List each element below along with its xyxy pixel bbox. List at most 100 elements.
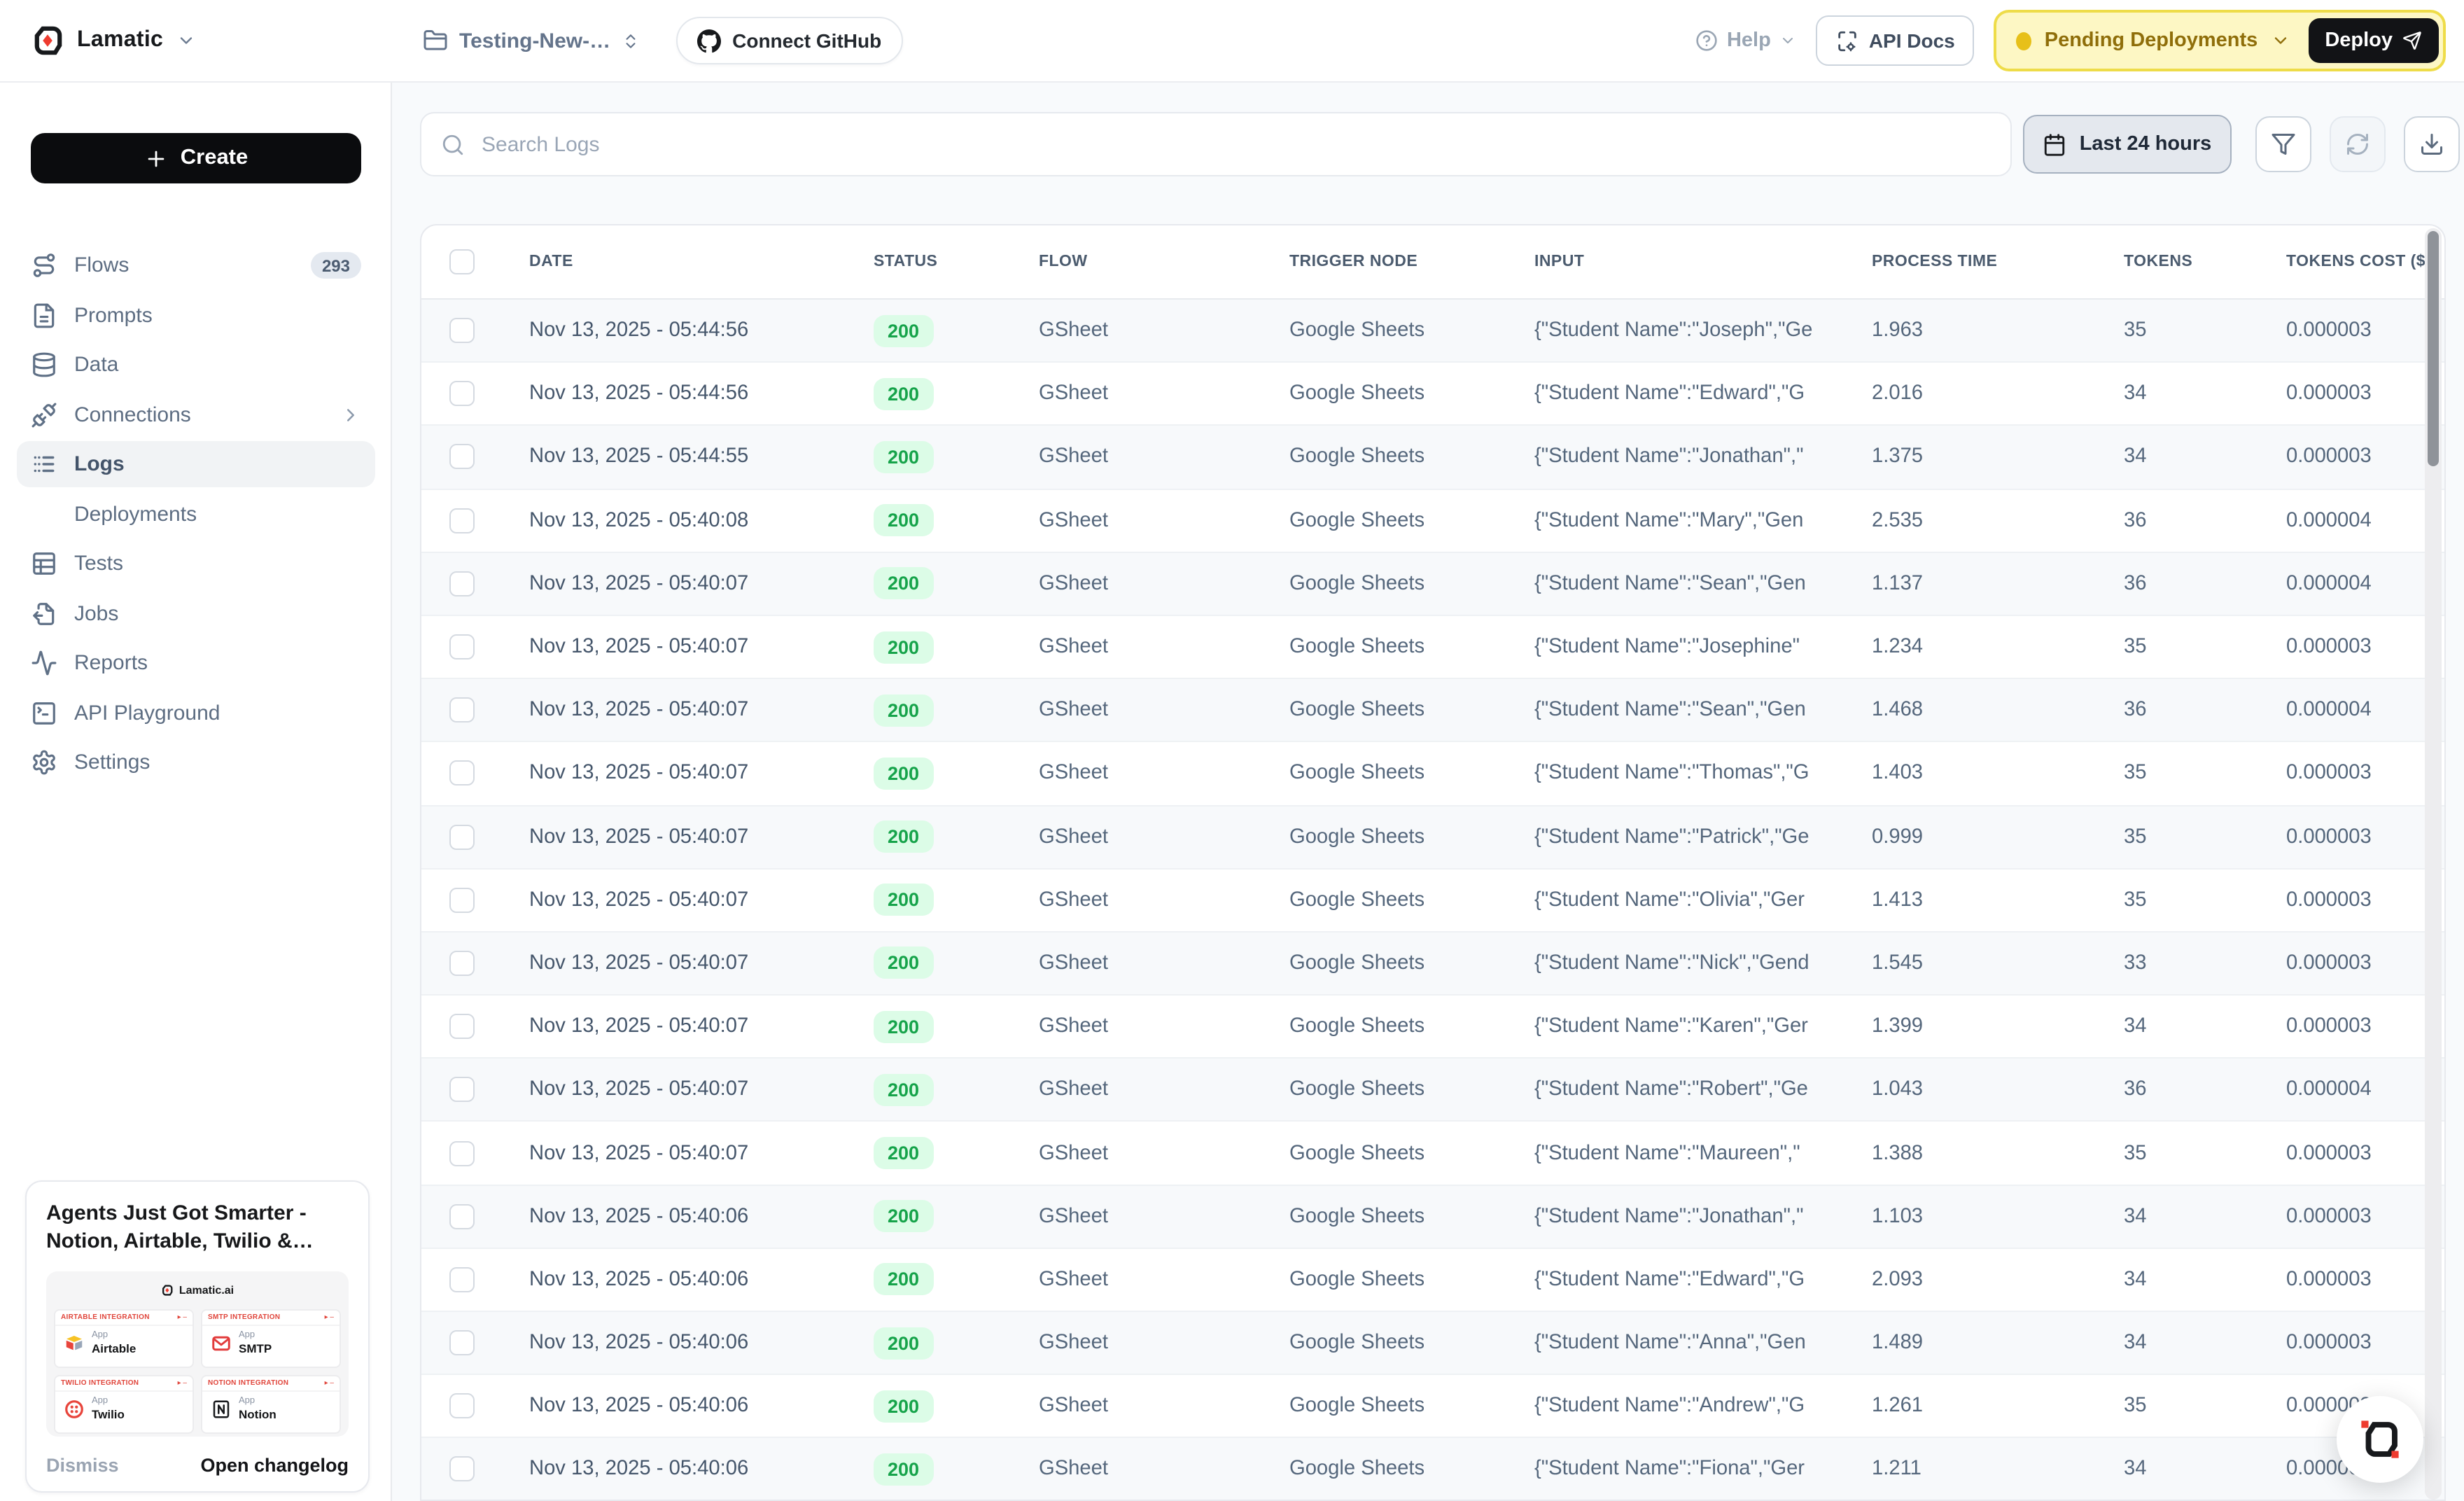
chevron-down-icon[interactable] — [2270, 31, 2290, 50]
sidebar-item-reports[interactable]: Reports — [17, 640, 375, 686]
select-all-checkbox[interactable] — [421, 249, 529, 274]
main-content: Last 24 hours DATE STATUS FLOW TRIGGER N… — [392, 81, 2464, 1501]
sidebar-item-jobs[interactable]: Jobs — [17, 590, 375, 636]
tests-icon — [31, 550, 57, 577]
row-checkbox[interactable] — [421, 761, 529, 786]
table-row[interactable]: Nov 13, 2025 - 05:40:07200GSheetGoogle S… — [421, 743, 2444, 806]
table-row[interactable]: Nov 13, 2025 - 05:44:56200GSheetGoogle S… — [421, 363, 2444, 426]
sidebar-item-tests[interactable]: Tests — [17, 540, 375, 587]
chevron-down-icon[interactable] — [176, 31, 195, 50]
table-row[interactable]: Nov 13, 2025 - 05:40:07200GSheetGoogle S… — [421, 806, 2444, 869]
row-tokens: 36 — [2124, 573, 2286, 595]
row-checkbox[interactable] — [421, 697, 529, 722]
status-badge: 200 — [874, 1390, 933, 1423]
sidebar-item-logs[interactable]: Logs — [17, 441, 375, 487]
row-checkbox[interactable] — [421, 634, 529, 659]
table-row[interactable]: Nov 13, 2025 - 05:44:56200GSheetGoogle S… — [421, 300, 2444, 363]
row-checkbox[interactable] — [421, 824, 529, 849]
row-checkbox[interactable] — [421, 1457, 529, 1482]
row-status: 200 — [874, 314, 1039, 347]
logs-table: DATE STATUS FLOW TRIGGER NODE INPUT PROC… — [420, 224, 2446, 1501]
table-row[interactable]: Nov 13, 2025 - 05:44:55200GSheetGoogle S… — [421, 426, 2444, 489]
row-status: 200 — [874, 1074, 1039, 1106]
row-checkbox[interactable] — [421, 951, 529, 976]
row-checkbox[interactable] — [421, 571, 529, 596]
row-checkbox[interactable] — [421, 1140, 529, 1166]
column-header-tokens-cost[interactable]: TOKENS COST ($) — [2286, 251, 2446, 272]
row-checkbox[interactable] — [421, 1014, 529, 1039]
sidebar-item-data[interactable]: Data — [17, 342, 375, 388]
download-button[interactable] — [2404, 116, 2460, 172]
refresh-button[interactable] — [2330, 116, 2386, 172]
column-header-input[interactable]: INPUT — [1534, 251, 1872, 272]
table-scrollbar[interactable] — [2425, 228, 2442, 1500]
table-row[interactable]: Nov 13, 2025 - 05:40:07200GSheetGoogle S… — [421, 553, 2444, 616]
table-row[interactable]: Nov 13, 2025 - 05:40:06200GSheetGoogle S… — [421, 1185, 2444, 1248]
chat-widget-button[interactable] — [2337, 1396, 2423, 1483]
deploy-button[interactable]: Deploy — [2308, 18, 2439, 63]
row-checkbox[interactable] — [421, 1077, 529, 1103]
sidebar-item-settings[interactable]: Settings — [17, 739, 375, 786]
changelog-promo-card: Agents Just Got Smarter - Notion, Airtab… — [25, 1180, 370, 1493]
row-checkbox[interactable] — [421, 1203, 529, 1229]
row-date: Nov 13, 2025 - 05:40:07 — [529, 636, 874, 658]
row-process-time: 1.043 — [1872, 1079, 2124, 1101]
promo-card-header: SMTP INTEGRATION▸ – — [202, 1311, 340, 1326]
row-checkbox[interactable] — [421, 1267, 529, 1292]
row-tokens: 36 — [2124, 509, 2286, 531]
table-row[interactable]: Nov 13, 2025 - 05:40:06200GSheetGoogle S… — [421, 1312, 2444, 1375]
row-checkbox[interactable] — [421, 445, 529, 470]
column-header-flow[interactable]: FLOW — [1039, 251, 1289, 272]
row-checkbox[interactable] — [421, 1330, 529, 1355]
sidebar-item-api-playground[interactable]: API Playground — [17, 690, 375, 736]
row-date: Nov 13, 2025 - 05:40:07 — [529, 1079, 874, 1101]
table-row[interactable]: Nov 13, 2025 - 05:40:07200GSheetGoogle S… — [421, 679, 2444, 742]
table-row[interactable]: Nov 13, 2025 - 05:40:06200GSheetGoogle S… — [421, 1439, 2444, 1501]
filter-button[interactable] — [2255, 116, 2311, 172]
brand[interactable]: Lamatic — [0, 24, 392, 57]
column-header-trigger-node[interactable]: TRIGGER NODE — [1289, 251, 1534, 272]
row-flow: GSheet — [1039, 762, 1289, 785]
table-row[interactable]: Nov 13, 2025 - 05:40:07200GSheetGoogle S… — [421, 996, 2444, 1059]
table-row[interactable]: Nov 13, 2025 - 05:40:06200GSheetGoogle S… — [421, 1249, 2444, 1312]
sidebar-item-flows[interactable]: Flows293 — [17, 242, 375, 288]
row-flow: GSheet — [1039, 446, 1289, 468]
connect-github-button[interactable]: Connect GitHub — [676, 17, 902, 64]
table-row[interactable]: Nov 13, 2025 - 05:40:08200GSheetGoogle S… — [421, 489, 2444, 552]
table-row[interactable]: Nov 13, 2025 - 05:40:07200GSheetGoogle S… — [421, 1122, 2444, 1185]
table-row[interactable]: Nov 13, 2025 - 05:40:07200GSheetGoogle S… — [421, 1059, 2444, 1122]
row-input: {"Student Name":"Josephine" — [1534, 636, 1872, 658]
search-input[interactable] — [479, 131, 1991, 158]
row-checkbox[interactable] — [421, 1394, 529, 1419]
time-range-button[interactable]: Last 24 hours — [2023, 115, 2232, 174]
row-date: Nov 13, 2025 - 05:40:07 — [529, 1015, 874, 1038]
row-trigger-node: Google Sheets — [1289, 1395, 1534, 1418]
row-checkbox[interactable] — [421, 382, 529, 407]
table-row[interactable]: Nov 13, 2025 - 05:40:07200GSheetGoogle S… — [421, 869, 2444, 932]
sidebar-item-prompts[interactable]: Prompts — [17, 292, 375, 338]
api-docs-button[interactable]: API Docs — [1816, 15, 1975, 66]
row-checkbox[interactable] — [421, 508, 529, 533]
dismiss-button[interactable]: Dismiss — [46, 1455, 119, 1476]
row-checkbox[interactable] — [421, 318, 529, 343]
promo-card-controls: ▸ – — [178, 1313, 187, 1322]
column-header-date[interactable]: DATE — [529, 251, 874, 272]
sidebar-item-connections[interactable]: Connections — [17, 391, 375, 438]
table-row[interactable]: Nov 13, 2025 - 05:40:07200GSheetGoogle S… — [421, 616, 2444, 679]
row-process-time: 1.375 — [1872, 446, 2124, 468]
create-button[interactable]: Create — [31, 133, 361, 183]
table-row[interactable]: Nov 13, 2025 - 05:40:07200GSheetGoogle S… — [421, 933, 2444, 996]
help-menu[interactable]: Help — [1696, 29, 1796, 52]
scrollbar-thumb[interactable] — [2428, 231, 2439, 466]
pending-deployments-label[interactable]: Pending Deployments — [2045, 29, 2258, 52]
row-checkbox[interactable] — [421, 888, 529, 913]
column-header-process-time[interactable]: PROCESS TIME — [1872, 251, 2124, 272]
column-header-tokens[interactable]: TOKENS — [2124, 251, 2286, 272]
column-header-status[interactable]: STATUS — [874, 251, 1039, 272]
promo-card-controls: ▸ – — [325, 1379, 334, 1388]
sidebar-item-deployments[interactable]: Deployments — [17, 491, 375, 537]
table-row[interactable]: Nov 13, 2025 - 05:40:06200GSheetGoogle S… — [421, 1375, 2444, 1438]
sidebar-item-label: API Playground — [74, 701, 361, 725]
project-selector[interactable]: Testing-New-… — [423, 28, 640, 53]
open-changelog-button[interactable]: Open changelog — [200, 1455, 349, 1476]
